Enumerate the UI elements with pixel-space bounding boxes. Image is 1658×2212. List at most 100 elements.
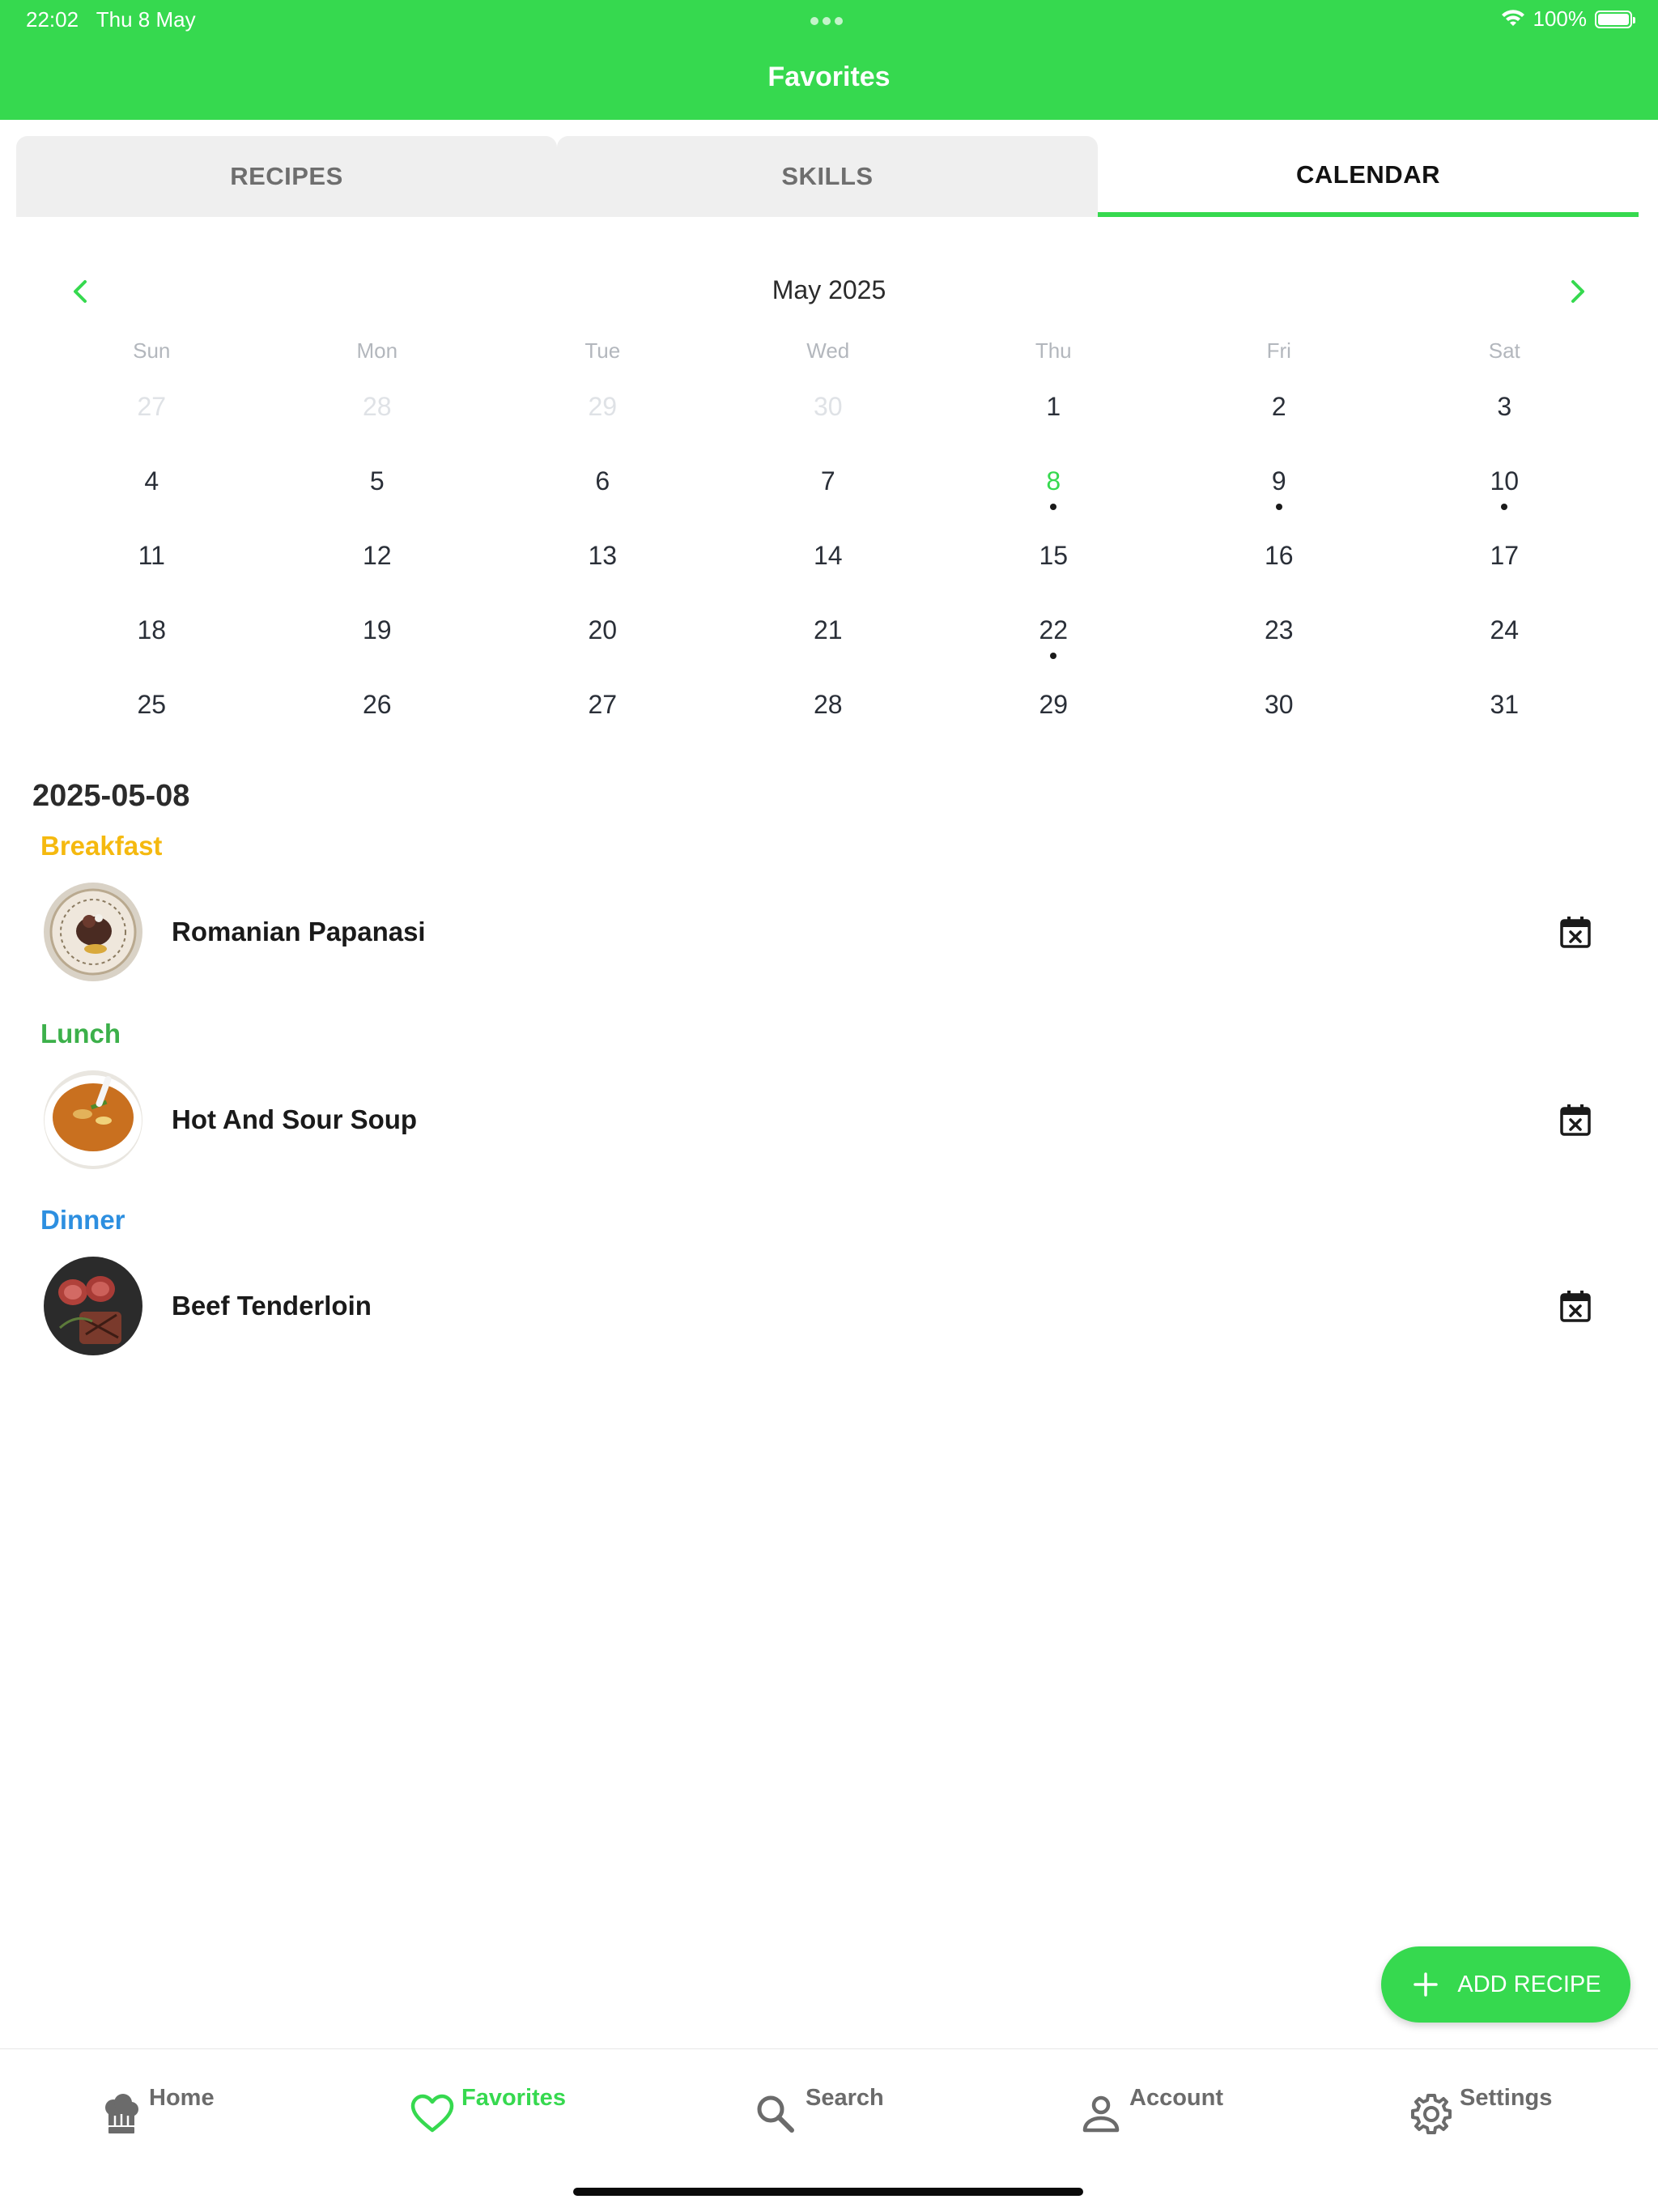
calendar-day[interactable]: 17 bbox=[1392, 541, 1618, 571]
calendar-day[interactable]: 23 bbox=[1167, 615, 1392, 645]
calendar-remove-icon[interactable] bbox=[1556, 912, 1595, 951]
chevron-right-icon[interactable] bbox=[1561, 275, 1593, 308]
recipe-name[interactable]: Hot And Sour Soup bbox=[172, 1104, 1556, 1135]
calendar-day[interactable]: 16 bbox=[1167, 541, 1392, 571]
tab-recipes[interactable]: RECIPES bbox=[16, 136, 557, 217]
calendar-week: 27 28 29 30 1 2 3 bbox=[39, 369, 1618, 444]
calendar-week: 11 12 13 14 15 16 17 bbox=[39, 518, 1618, 593]
calendar-day[interactable]: 3 bbox=[1392, 392, 1618, 422]
status-time: 22:02 Thu 8 May bbox=[26, 7, 196, 32]
status-date: Thu 8 May bbox=[96, 7, 196, 32]
calendar-day[interactable]: 9 bbox=[1167, 466, 1392, 510]
calendar-day[interactable]: 28 bbox=[265, 392, 491, 422]
calendar-day[interactable]: 26 bbox=[265, 690, 491, 720]
calendar-week: 18 19 20 21 22 23 24 bbox=[39, 593, 1618, 667]
nav-home-label: Home bbox=[149, 2085, 215, 2111]
page-title: Favorites bbox=[767, 62, 891, 92]
meal-type-breakfast: Breakfast bbox=[40, 831, 163, 861]
calendar-day[interactable]: 25 bbox=[39, 690, 265, 720]
recipe-thumbnail[interactable] bbox=[44, 1257, 142, 1355]
heart-icon bbox=[410, 2094, 454, 2133]
add-recipe-label: ADD RECIPE bbox=[1457, 1971, 1601, 1997]
calendar-day[interactable]: 27 bbox=[39, 392, 265, 422]
calendar-day[interactable]: 29 bbox=[490, 392, 716, 422]
nav-favorites-label: Favorites bbox=[461, 2085, 566, 2111]
calendar-week: 25 26 27 28 29 30 31 bbox=[39, 667, 1618, 742]
calendar-remove-icon[interactable] bbox=[1556, 1100, 1595, 1139]
calendar-day[interactable]: 13 bbox=[490, 541, 716, 571]
calendar-day[interactable]: 7 bbox=[716, 466, 942, 496]
battery-percent: 100% bbox=[1533, 6, 1588, 31]
status-clock: 22:02 bbox=[26, 7, 79, 32]
calendar-day[interactable]: 4 bbox=[39, 466, 265, 496]
calendar-week: 4 5 6 7 8 9 10 bbox=[39, 444, 1618, 518]
calendar-day[interactable]: 1 bbox=[941, 392, 1167, 422]
meal-item[interactable]: Beef Tenderloin bbox=[44, 1257, 1606, 1355]
weekday-label: Mon bbox=[356, 338, 398, 363]
gear-icon bbox=[1411, 2094, 1452, 2134]
calendar-day[interactable]: 19 bbox=[265, 615, 491, 645]
nav-account-label: Account bbox=[1129, 2085, 1223, 2111]
calendar-day[interactable]: 14 bbox=[716, 541, 942, 571]
nav-search[interactable]: Search bbox=[664, 2049, 996, 2163]
nav-settings[interactable]: Settings bbox=[1328, 2049, 1658, 2163]
event-dot bbox=[1050, 503, 1057, 510]
wifi-icon bbox=[1501, 9, 1524, 26]
calendar-grid: Sun Mon Tue Wed Thu Fri Sat 27 28 29 30 … bbox=[39, 332, 1618, 742]
meal-item[interactable]: Hot And Sour Soup bbox=[44, 1070, 1606, 1169]
calendar-day[interactable]: 15 bbox=[941, 541, 1167, 571]
add-recipe-button[interactable]: ADD RECIPE bbox=[1381, 1946, 1630, 2023]
nav-home[interactable]: Home bbox=[0, 2049, 332, 2163]
calendar-day[interactable]: 18 bbox=[39, 615, 265, 645]
recipe-name[interactable]: Beef Tenderloin bbox=[172, 1291, 1556, 1321]
calendar-day[interactable]: 24 bbox=[1392, 615, 1618, 645]
calendar-day[interactable]: 22 bbox=[941, 615, 1167, 659]
nav-settings-label: Settings bbox=[1460, 2085, 1553, 2111]
nav-favorites[interactable]: Favorites bbox=[332, 2049, 664, 2163]
meal-type-dinner: Dinner bbox=[40, 1205, 125, 1235]
chef-hat-icon bbox=[105, 2094, 138, 2133]
weekday-label: Thu bbox=[1035, 338, 1072, 363]
meal-item[interactable]: Romanian Papanasi bbox=[44, 883, 1606, 981]
tab-skills[interactable]: SKILLS bbox=[557, 136, 1098, 217]
calendar-month-label: May 2025 bbox=[772, 275, 886, 304]
calendar-day[interactable]: 2 bbox=[1167, 392, 1392, 422]
recipe-name[interactable]: Romanian Papanasi bbox=[172, 917, 1556, 947]
calendar-day[interactable]: 12 bbox=[265, 541, 491, 571]
calendar-day[interactable]: 28 bbox=[716, 690, 942, 720]
nav-search-label: Search bbox=[806, 2085, 884, 2111]
event-dot bbox=[1275, 503, 1282, 510]
event-dot bbox=[1501, 503, 1508, 510]
calendar-day[interactable]: 30 bbox=[716, 392, 942, 422]
calendar-day[interactable]: 11 bbox=[39, 541, 265, 571]
weekday-label: Sun bbox=[133, 338, 171, 363]
nav-account[interactable]: Account bbox=[996, 2049, 1328, 2163]
calendar-day[interactable]: 27 bbox=[490, 690, 716, 720]
calendar-day[interactable]: 10 bbox=[1392, 466, 1618, 510]
weekday-label: Wed bbox=[806, 338, 850, 363]
calendar-day[interactable]: 21 bbox=[716, 615, 942, 645]
search-icon bbox=[757, 2095, 794, 2133]
battery-icon bbox=[1595, 10, 1635, 28]
calendar-day[interactable]: 29 bbox=[941, 690, 1167, 720]
multitasking-dots-icon[interactable] bbox=[810, 15, 848, 25]
plus-icon bbox=[1414, 1972, 1439, 1997]
calendar-day[interactable]: 30 bbox=[1167, 690, 1392, 720]
tab-calendar[interactable]: CALENDAR bbox=[1098, 136, 1639, 217]
weekday-label: Fri bbox=[1266, 338, 1291, 363]
app-header: 22:02 Thu 8 May 100% Favorites bbox=[0, 0, 1658, 120]
calendar-day[interactable]: 20 bbox=[490, 615, 716, 645]
weekday-row: Sun Mon Tue Wed Thu Fri Sat bbox=[39, 332, 1618, 369]
home-indicator[interactable] bbox=[573, 2188, 1083, 2196]
calendar-day[interactable]: 6 bbox=[490, 466, 716, 496]
recipe-thumbnail[interactable] bbox=[44, 883, 142, 981]
calendar-header: May 2025 bbox=[49, 267, 1609, 316]
person-icon bbox=[1082, 2095, 1120, 2133]
calendar-day-today[interactable]: 8 bbox=[941, 466, 1167, 510]
recipe-thumbnail[interactable] bbox=[44, 1070, 142, 1169]
event-dot bbox=[1050, 652, 1057, 659]
calendar-day[interactable]: 31 bbox=[1392, 690, 1618, 720]
weekday-label: Sat bbox=[1488, 338, 1520, 363]
calendar-remove-icon[interactable] bbox=[1556, 1287, 1595, 1325]
calendar-day[interactable]: 5 bbox=[265, 466, 491, 496]
